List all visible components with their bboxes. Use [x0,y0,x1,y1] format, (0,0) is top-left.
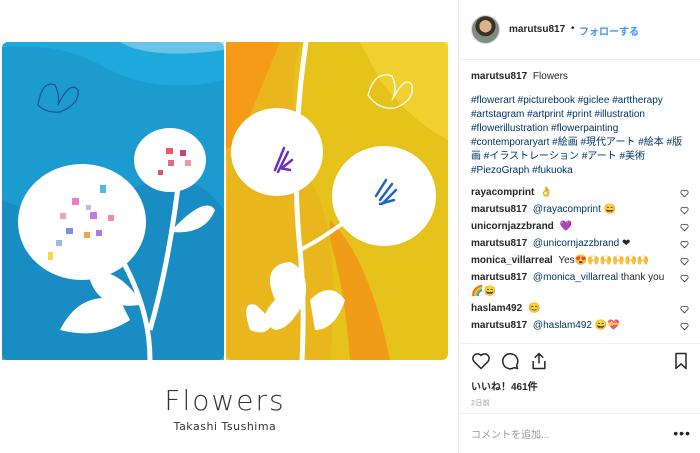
comment-item: marutsu817 @monica_villarreal thank you … [471,271,689,299]
caption-hashtags[interactable]: #flowerart #picturebook #giclee #artther… [471,94,689,178]
comment-text: ❤ [622,238,631,249]
share-icon[interactable] [529,351,549,371]
comment-item: monica_villarreal Yes😍🙌🙌🙌🙌🙌 [471,254,689,268]
separator-dot: • [571,23,575,34]
comment-mention[interactable]: @monica_villarreal [533,272,618,283]
follow-button[interactable]: フォローする [579,23,639,38]
heart-icon[interactable] [471,351,491,371]
post-sidebar: marutsu817 • フォローする marutsu817 Flowers #… [458,0,700,453]
comment-text: 💜 [559,221,573,232]
post-media[interactable]: Flowers Takashi Tsushima [0,0,458,453]
artwork-title: Flowers [164,384,286,417]
likes-count[interactable]: いいね！461件 [471,378,538,393]
heart-icon[interactable] [680,189,689,198]
comment-item: haslam492 😊 [471,302,689,316]
comment-username[interactable]: marutsu817 [471,320,527,331]
heart-icon[interactable] [680,322,689,331]
comment-username[interactable]: marutsu817 [471,238,527,249]
comment-username[interactable]: monica_villarreal [471,255,553,266]
heart-icon[interactable] [680,257,689,266]
heart-icon[interactable] [680,206,689,215]
comment-username[interactable]: unicornjazzbrand [471,221,554,232]
comment-item: marutsu817 @unicornjazzbrand ❤ [471,237,689,251]
post-date[interactable]: 2日前 [471,398,490,408]
caption-username[interactable]: marutsu817 [471,71,527,82]
header-username[interactable]: marutsu817 [509,24,565,35]
artwork-author: Takashi Tsushima [173,420,277,433]
caption-text: Flowers [532,71,568,82]
comment-mention[interactable]: @unicornjazzbrand [533,238,619,249]
comment-mention[interactable]: @rayacomprint [533,204,601,215]
comment-text: Yes😍🙌🙌🙌🙌🙌 [558,255,650,266]
comment-text: 😊 [527,303,541,314]
comment-username[interactable]: rayacomprint [471,187,534,198]
heart-icon[interactable] [680,223,689,232]
comment-bubble-icon[interactable] [500,351,520,371]
comment-text: 😄💝 [594,320,620,331]
more-options-icon[interactable]: ••• [673,426,691,440]
post-caption: marutsu817 Flowers [471,70,689,84]
instagram-post: Flowers Takashi Tsushima marutsu817 • フォ… [0,0,700,453]
comment-text: 😄 [603,204,617,215]
comment-username[interactable]: marutsu817 [471,204,527,215]
comment-text: 👌 [540,187,553,198]
comment-item: marutsu817 @haslam492 😄💝 [471,319,689,333]
comments-list[interactable]: marutsu817 Flowers #flowerart #picturebo… [459,60,700,343]
post-header: marutsu817 • フォローする [459,0,700,60]
comment-item: unicornjazzbrand 💜 [471,220,689,234]
post-actions [459,343,700,373]
comment-username[interactable]: marutsu817 [471,272,527,283]
comment-input[interactable] [471,426,651,444]
comment-mention[interactable]: @haslam492 [533,320,592,331]
comment-item: marutsu817 @rayacomprint 😄 [471,203,689,217]
avatar[interactable] [471,15,500,44]
comment-item: rayacomprint 👌 [471,186,689,200]
add-comment-bar: ••• [459,413,700,453]
bookmark-icon[interactable] [671,351,691,371]
heart-icon[interactable] [680,274,689,283]
heart-icon[interactable] [680,305,689,314]
comment-username[interactable]: haslam492 [471,303,522,314]
heart-icon[interactable] [680,240,689,249]
